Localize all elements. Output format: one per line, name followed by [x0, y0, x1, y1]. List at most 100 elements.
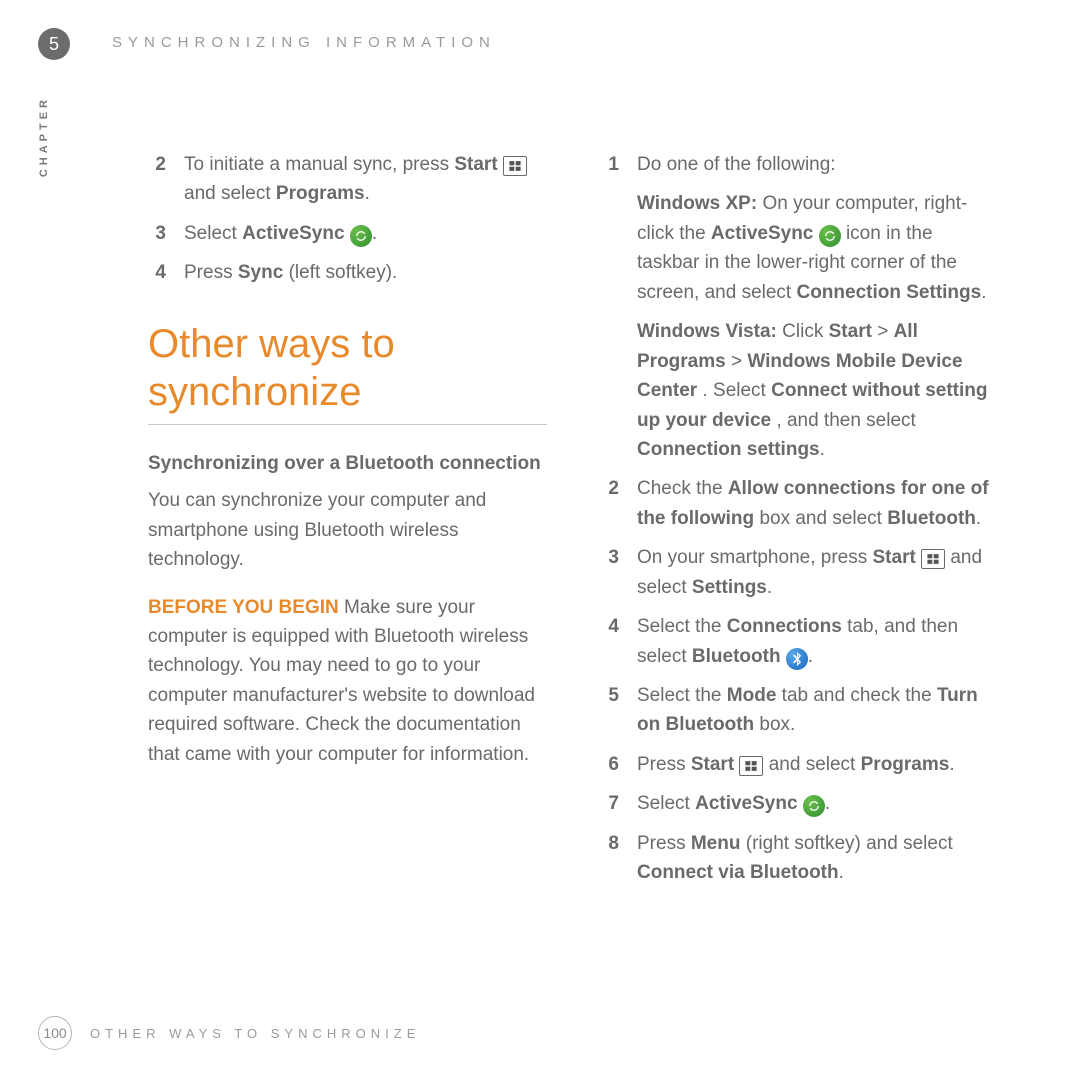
text: .	[372, 223, 377, 244]
text: and select	[769, 754, 861, 775]
left-column: 2 To initiate a manual sync, press Start…	[148, 150, 547, 898]
step-number: 3	[601, 543, 619, 602]
content-columns: 2 To initiate a manual sync, press Start…	[148, 150, 1000, 898]
text: box.	[759, 714, 795, 735]
bold: Start	[454, 154, 497, 175]
step-body: Do one of the following: Windows XP: On …	[637, 150, 1000, 464]
bold: Mode	[727, 685, 777, 706]
bold: Connection Settings	[796, 282, 981, 303]
step-body: To initiate a manual sync, press Start a…	[184, 150, 547, 209]
text: To initiate a manual sync, press	[184, 154, 454, 175]
text: Press	[637, 833, 691, 854]
step-number: 4	[148, 258, 166, 287]
text: tab and check the	[782, 685, 937, 706]
footer: 100 OTHER WAYS TO SYNCHRONIZE	[38, 1016, 420, 1050]
before-you-begin: BEFORE YOU BEGIN Make sure your computer…	[148, 593, 547, 770]
page-number: 100	[43, 1025, 66, 1041]
step-body: Select ActiveSync .	[637, 789, 1000, 818]
text: Click	[782, 321, 828, 342]
bold: Programs	[276, 183, 365, 204]
step-body: Select ActiveSync .	[184, 219, 547, 248]
text: .	[839, 862, 844, 883]
text: .	[767, 577, 772, 598]
activesync-icon	[350, 225, 372, 247]
text: .	[949, 754, 954, 775]
step-number: 5	[601, 681, 619, 740]
footer-title: OTHER WAYS TO SYNCHRONIZE	[90, 1026, 420, 1041]
step-number: 2	[601, 474, 619, 533]
activesync-icon	[819, 225, 841, 247]
text: .	[820, 439, 825, 460]
chapter-badge: 5	[38, 28, 70, 60]
before-you-begin-label: BEFORE YOU BEGIN	[148, 597, 339, 618]
step-body: On your smartphone, press Start and sele…	[637, 543, 1000, 602]
sub-heading: Synchronizing over a Bluetooth connectio…	[148, 449, 547, 478]
step-body: Select the Connections tab, and then sel…	[637, 612, 1000, 671]
windows-xp-block: Windows XP: On your computer, right-clic…	[637, 189, 1000, 307]
text: (right softkey) and select	[746, 833, 953, 854]
step-body: Press Menu (right softkey) and select Co…	[637, 829, 1000, 888]
text: Select	[184, 223, 242, 244]
step-4: 4 Press Sync (left softkey).	[148, 258, 547, 287]
step-body: Check the Allow connections for one of t…	[637, 474, 1000, 533]
page-number-badge: 100	[38, 1016, 72, 1050]
step-7: 7 Select ActiveSync .	[601, 789, 1000, 818]
bold: ActiveSync	[695, 793, 797, 814]
bold: ActiveSync	[711, 223, 813, 244]
chapter-vertical-label: CHAPTER	[38, 96, 50, 177]
header-title: SYNCHRONIZING INFORMATION	[112, 34, 496, 51]
windows-vista-block: Windows Vista: Click Start > All Program…	[637, 317, 1000, 464]
text: >	[877, 321, 893, 342]
bold: Bluetooth	[887, 508, 976, 529]
windows-start-icon	[921, 549, 945, 569]
windows-start-icon	[503, 156, 527, 176]
text: and select	[184, 183, 276, 204]
text: box and select	[759, 508, 887, 529]
step-body: Press Sync (left softkey).	[184, 258, 547, 287]
text: Select the	[637, 616, 727, 637]
bold: Connection settings	[637, 439, 820, 460]
right-column: 1 Do one of the following: Windows XP: O…	[601, 150, 1000, 898]
windows-start-icon	[739, 756, 763, 776]
bold: Windows XP:	[637, 193, 757, 214]
step-number: 6	[601, 750, 619, 779]
text: Make sure your computer is equipped with…	[148, 597, 535, 765]
text: . Select	[702, 380, 771, 401]
bold: Start	[691, 754, 734, 775]
bold: Connections	[727, 616, 842, 637]
bold: Windows Vista:	[637, 321, 777, 342]
chapter-number: 5	[49, 34, 59, 55]
text: , and then select	[776, 410, 915, 431]
text: .	[808, 646, 813, 667]
divider	[148, 424, 547, 425]
bold: Bluetooth	[692, 646, 781, 667]
step-3: 3 Select ActiveSync .	[148, 219, 547, 248]
bold: Sync	[238, 262, 283, 283]
step-number: 1	[601, 150, 619, 464]
text: .	[825, 793, 830, 814]
bluetooth-icon	[786, 648, 808, 670]
bold: ActiveSync	[242, 223, 344, 244]
text: >	[731, 351, 747, 372]
page: 5 SYNCHRONIZING INFORMATION CHAPTER 2 To…	[0, 0, 1080, 1080]
step-2: 2 Check the Allow connections for one of…	[601, 474, 1000, 533]
section-heading: Other ways to synchronize	[148, 320, 547, 416]
activesync-icon	[803, 795, 825, 817]
step-1: 1 Do one of the following: Windows XP: O…	[601, 150, 1000, 464]
step-number: 2	[148, 150, 166, 209]
step-2: 2 To initiate a manual sync, press Start…	[148, 150, 547, 209]
step-number: 7	[601, 789, 619, 818]
text: On your smartphone, press	[637, 547, 873, 568]
step-3: 3 On your smartphone, press Start and se…	[601, 543, 1000, 602]
bold: Start	[873, 547, 916, 568]
step-8: 8 Press Menu (right softkey) and select …	[601, 829, 1000, 888]
paragraph: You can synchronize your computer and sm…	[148, 486, 547, 574]
text: Do one of the following:	[637, 154, 836, 175]
bold: Connect via Bluetooth	[637, 862, 839, 883]
bold: Start	[829, 321, 872, 342]
text: Select	[637, 793, 695, 814]
bold: Settings	[692, 577, 767, 598]
text: Check the	[637, 478, 728, 499]
bold: Menu	[691, 833, 741, 854]
step-number: 8	[601, 829, 619, 888]
